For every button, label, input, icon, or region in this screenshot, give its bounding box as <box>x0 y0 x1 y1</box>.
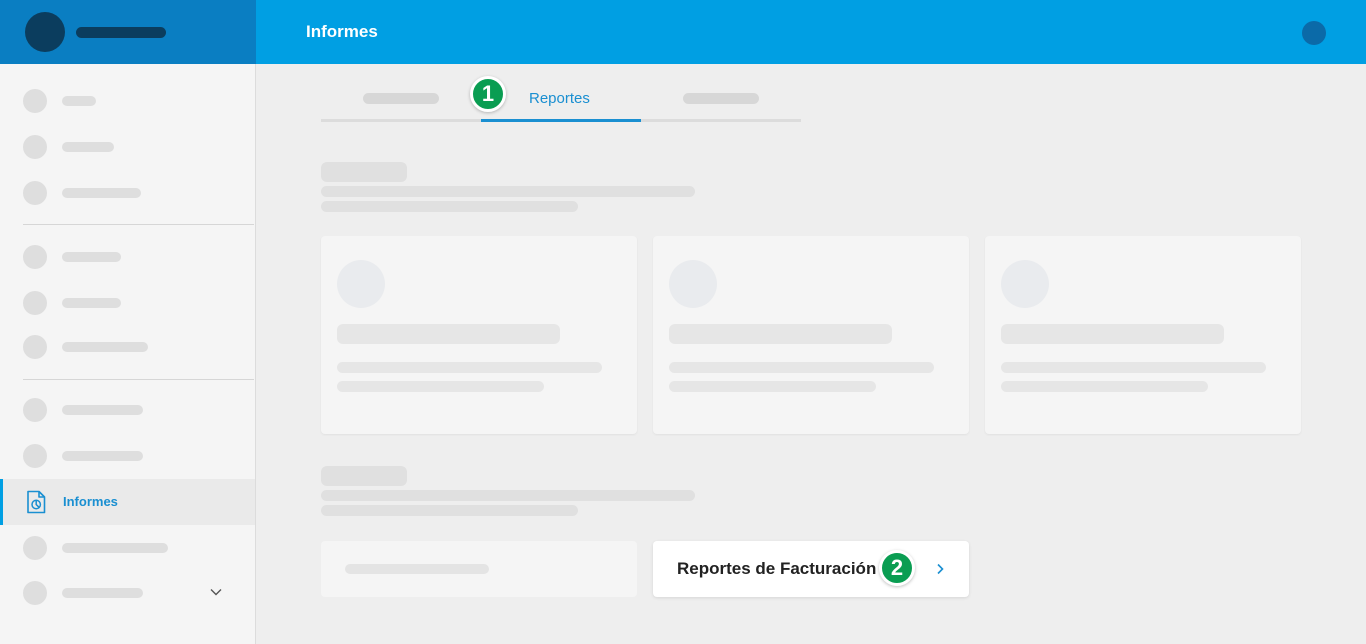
nav-label-placeholder <box>62 543 168 553</box>
nav-label-placeholder <box>62 405 143 415</box>
nav-label-placeholder <box>62 96 96 106</box>
top-bar: Informes <box>256 0 1366 64</box>
card-title-placeholder <box>1001 324 1224 344</box>
card-text-placeholder <box>669 381 876 392</box>
report-card[interactable] <box>985 236 1301 434</box>
card-text-placeholder <box>1001 362 1266 373</box>
nav-icon-placeholder <box>23 181 47 205</box>
nav-label-placeholder <box>62 451 143 461</box>
nav-icon-placeholder <box>23 536 47 560</box>
sidebar-item[interactable] <box>0 324 255 370</box>
user-avatar[interactable] <box>1302 21 1326 45</box>
sidebar-item[interactable] <box>0 433 255 479</box>
brand-avatar <box>25 12 65 52</box>
report-row[interactable] <box>321 541 637 597</box>
nav-label-placeholder <box>62 252 121 262</box>
tab-label: Reportes <box>529 90 590 107</box>
sidebar: Informes <box>0 64 256 644</box>
sidebar-item-expandable[interactable] <box>0 570 255 616</box>
nav-icon-placeholder <box>23 398 47 422</box>
text-placeholder <box>321 201 578 212</box>
nav-label-placeholder <box>62 342 148 352</box>
card-text-placeholder <box>669 362 934 373</box>
chevron-down-icon[interactable] <box>208 584 224 600</box>
nav-label-placeholder <box>62 588 143 598</box>
page-title: Informes <box>306 22 378 41</box>
tab-reportes[interactable]: Reportes <box>481 78 641 122</box>
sidebar-item-informes[interactable]: Informes <box>0 479 255 525</box>
card-text-placeholder <box>337 362 602 373</box>
step-badge-1: 1 <box>470 76 506 112</box>
sidebar-item[interactable] <box>0 124 255 170</box>
billing-reports-label: Reportes de Facturación <box>677 559 877 578</box>
sidebar-item[interactable] <box>0 78 255 124</box>
report-card[interactable] <box>321 236 637 434</box>
billing-reports-link[interactable]: Reportes de Facturación <box>653 541 969 597</box>
nav-icon-placeholder <box>23 581 47 605</box>
card-icon-placeholder <box>1001 260 1049 308</box>
card-icon-placeholder <box>669 260 717 308</box>
text-placeholder <box>321 186 695 197</box>
card-text-placeholder <box>1001 381 1208 392</box>
row-label-placeholder <box>345 564 489 574</box>
tab-bar: Reportes <box>321 78 801 122</box>
sidebar-item[interactable] <box>0 280 255 326</box>
card-text-placeholder <box>337 381 544 392</box>
nav-label-placeholder <box>62 298 121 308</box>
text-placeholder <box>321 505 578 516</box>
sidebar-divider <box>23 379 254 380</box>
card-title-placeholder <box>669 324 892 344</box>
nav-label-placeholder <box>62 142 114 152</box>
tab-placeholder[interactable] <box>683 93 759 104</box>
text-placeholder <box>321 490 695 501</box>
tab-placeholder[interactable] <box>363 93 439 104</box>
nav-label-placeholder <box>62 188 141 198</box>
brand-area <box>0 0 256 64</box>
nav-icon-placeholder <box>23 89 47 113</box>
sidebar-divider <box>23 224 254 225</box>
report-document-icon <box>27 490 46 514</box>
report-card[interactable] <box>653 236 969 434</box>
section-title-placeholder <box>321 162 407 182</box>
nav-icon-placeholder <box>23 135 47 159</box>
section-title-placeholder <box>321 466 407 486</box>
sidebar-item[interactable] <box>0 525 255 571</box>
sidebar-item[interactable] <box>0 234 255 280</box>
sidebar-item-label: Informes <box>63 494 118 509</box>
nav-icon-placeholder <box>23 335 47 359</box>
nav-icon-placeholder <box>23 444 47 468</box>
nav-icon-placeholder <box>23 291 47 315</box>
chevron-right-icon <box>937 563 944 575</box>
sidebar-item[interactable] <box>0 170 255 216</box>
brand-name-placeholder <box>76 27 166 38</box>
step-badge-2: 2 <box>879 550 915 586</box>
card-icon-placeholder <box>337 260 385 308</box>
card-title-placeholder <box>337 324 560 344</box>
nav-icon-placeholder <box>23 245 47 269</box>
sidebar-item[interactable] <box>0 387 255 433</box>
